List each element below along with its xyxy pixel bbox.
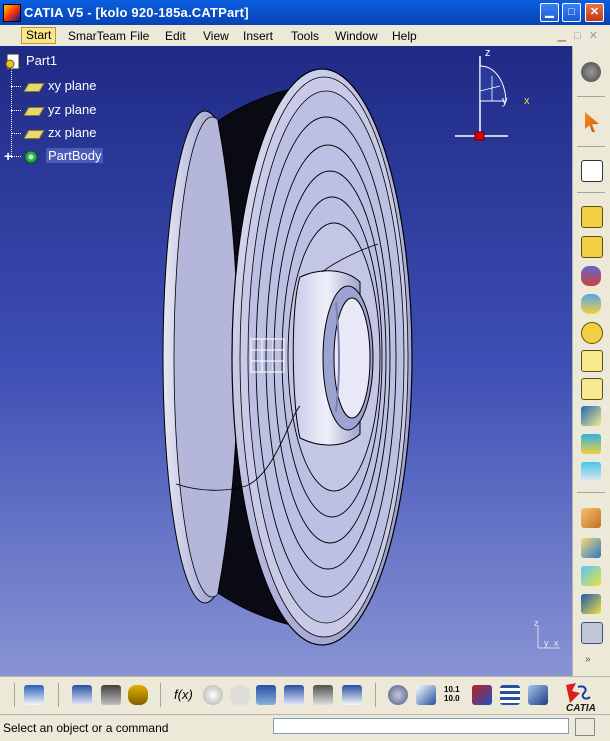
- tree-connector: [11, 66, 12, 158]
- menu-view[interactable]: View: [203, 29, 229, 43]
- command-input[interactable]: [273, 718, 569, 734]
- toolbar-separator: [577, 96, 605, 97]
- design-table-icon[interactable]: [256, 685, 276, 705]
- menu-edit[interactable]: Edit: [165, 29, 186, 43]
- tree-label-partbody: PartBody: [46, 148, 104, 163]
- tree-connector: [11, 86, 21, 87]
- menu-help[interactable]: Help: [392, 29, 417, 43]
- triad-z-label: z: [534, 618, 539, 628]
- groove-icon[interactable]: [581, 294, 601, 314]
- reference-element-icon[interactable]: [388, 685, 408, 705]
- title-bar: CATIA V5 - [kolo 920-185a.CATPart] ▁ □ ✕: [0, 0, 610, 25]
- minimize-button[interactable]: ▁: [540, 3, 559, 22]
- apply-material-icon[interactable]: [528, 685, 548, 705]
- menu-start[interactable]: Start: [21, 27, 57, 44]
- toolbar-separator: [58, 683, 59, 707]
- shaft-icon[interactable]: [581, 266, 601, 286]
- catia-app-icon[interactable]: [3, 4, 21, 22]
- part-icon: [5, 53, 20, 70]
- measure-inertia-icon[interactable]: [128, 685, 148, 705]
- command-dropdown-button[interactable]: [575, 718, 595, 736]
- tree-label-zx-plane: zx plane: [48, 125, 97, 140]
- compass-y-label: y: [502, 95, 508, 107]
- measure-between-icon[interactable]: [72, 685, 92, 705]
- close-button[interactable]: ✕: [585, 3, 604, 22]
- pad-icon[interactable]: [581, 206, 603, 228]
- axis-triad: z y x: [534, 618, 560, 649]
- equivalent-dimensions-icon[interactable]: [342, 685, 362, 705]
- status-message: Select an object or a command: [3, 721, 169, 735]
- knowledge-advisor-icon[interactable]: [203, 685, 223, 705]
- catalog-browser-icon[interactable]: [284, 685, 304, 705]
- triad-y-label: y: [544, 638, 549, 648]
- catia-logo-text: CATIA: [566, 703, 596, 713]
- select-arrow-icon[interactable]: [585, 112, 599, 132]
- formula-icon[interactable]: f(x): [174, 685, 194, 705]
- sketcher-icon[interactable]: [581, 160, 603, 182]
- workbench-gear-icon[interactable]: [581, 62, 601, 82]
- removed-multi-section-icon[interactable]: [581, 462, 601, 482]
- partbody-gear-icon: [24, 150, 38, 164]
- list-view-icon[interactable]: [500, 685, 520, 705]
- hole-icon[interactable]: [581, 322, 603, 344]
- axis-system-icon[interactable]: [416, 685, 436, 705]
- rib-icon[interactable]: [581, 350, 603, 372]
- compass-x-label: x: [524, 95, 530, 107]
- measure-values-icon[interactable]: 10.1 10.0: [444, 685, 464, 705]
- tree-connector: [11, 133, 21, 134]
- constraint-icon[interactable]: [472, 685, 492, 705]
- chamfer-icon[interactable]: [581, 538, 601, 558]
- multi-section-solid-icon[interactable]: [581, 434, 601, 454]
- menu-bar: Start SmarTeam File Edit View Insert Too…: [0, 25, 610, 47]
- toolbar-separator: [577, 146, 605, 147]
- tree-connector: [11, 110, 21, 111]
- menu-tools[interactable]: Tools: [291, 29, 319, 43]
- toolbar-overflow-icon[interactable]: »: [585, 654, 591, 665]
- toolbar-separator: [160, 683, 161, 707]
- toolbar-separator: [14, 683, 15, 707]
- pocket-icon[interactable]: [581, 236, 603, 258]
- toolbar-separator: [577, 492, 605, 493]
- triad-x-label: x: [554, 638, 559, 648]
- shell-icon[interactable]: [581, 594, 601, 614]
- tree-label-yz-plane: yz plane: [48, 102, 97, 117]
- update-icon[interactable]: [24, 685, 44, 705]
- expand-plus-icon[interactable]: +: [4, 148, 12, 164]
- maximize-button[interactable]: □: [562, 3, 581, 22]
- standard-toolbar: f(x) 10.1 10.0 CATIA: [0, 676, 610, 715]
- compass[interactable]: z y x: [450, 46, 540, 146]
- law-icon[interactable]: [230, 685, 250, 705]
- stiffener-icon[interactable]: [581, 406, 601, 426]
- menu-window[interactable]: Window: [335, 29, 378, 43]
- part-design-toolbar: »: [572, 46, 610, 676]
- 3d-viewport[interactable]: Part1 xy plane yz plane zx plane + PartB…: [0, 46, 572, 676]
- lock-icon[interactable]: [313, 685, 333, 705]
- tree-connector: [11, 156, 21, 157]
- toolbar-separator: [577, 192, 605, 193]
- mdi-window-buttons[interactable]: ▁□✕: [558, 29, 606, 42]
- catia-logo: CATIA: [566, 683, 596, 713]
- menu-smarteam[interactable]: SmarTeam: [68, 29, 126, 43]
- thickness-icon[interactable]: [581, 622, 603, 644]
- tree-label-xy-plane: xy plane: [48, 78, 97, 93]
- menu-insert[interactable]: Insert: [243, 29, 273, 43]
- measure-item-icon[interactable]: [101, 685, 121, 705]
- edge-fillet-icon[interactable]: [581, 508, 601, 528]
- slot-icon[interactable]: [581, 378, 603, 400]
- window-title: CATIA V5 - [kolo 920-185a.CATPart]: [24, 5, 249, 20]
- menu-file[interactable]: File: [130, 29, 149, 43]
- status-bar: Select an object or a command: [0, 714, 610, 741]
- toolbar-separator: [375, 683, 376, 707]
- tree-label-part1: Part1: [26, 53, 58, 68]
- compass-z-label: z: [485, 47, 491, 59]
- draft-icon[interactable]: [581, 566, 601, 586]
